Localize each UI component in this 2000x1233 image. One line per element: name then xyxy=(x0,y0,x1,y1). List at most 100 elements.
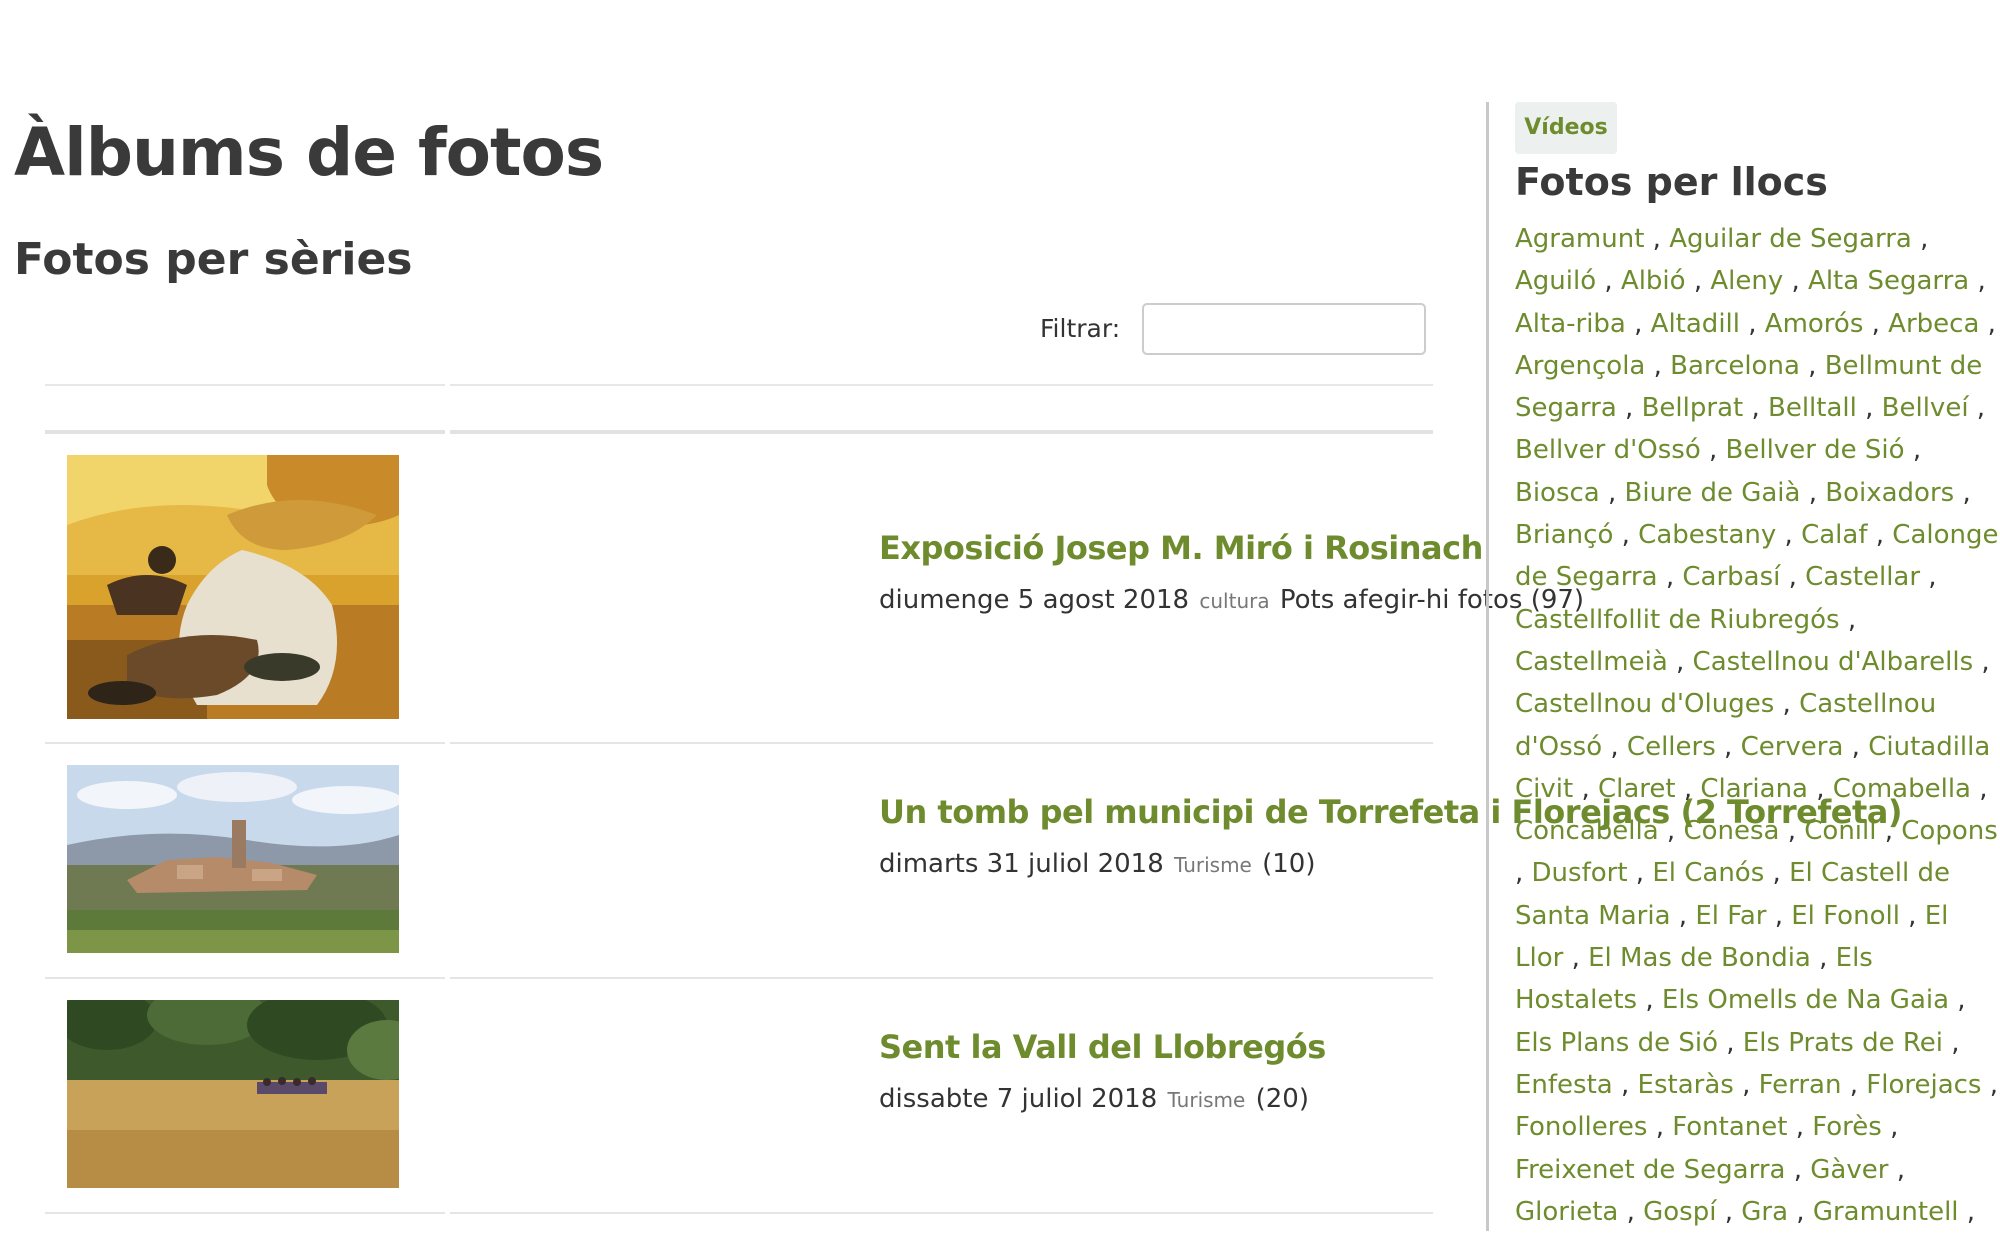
place-link-copons[interactable]: Copons xyxy=(1901,816,1998,846)
place-link-bellmunt-de-segarra[interactable]: Bellmunt de xyxy=(1825,351,1983,381)
videos-tab[interactable]: Vídeos xyxy=(1515,102,1617,154)
place-link-el-castell-de-santa-maria[interactable]: El Castell de xyxy=(1789,858,1950,888)
separator: , xyxy=(1627,858,1653,889)
place-link-castellnou-d-oluges[interactable]: Castellnou d'Oluges xyxy=(1515,689,1774,719)
place-link-els-plans-de-sio[interactable]: Els Plans de Sió xyxy=(1515,1028,1718,1058)
album-category[interactable]: Turisme xyxy=(1168,1088,1246,1112)
album-thumbnail[interactable] xyxy=(67,765,399,953)
place-link-conesa[interactable]: Conesa xyxy=(1683,816,1779,846)
place-link-cabestany[interactable]: Cabestany xyxy=(1638,520,1776,550)
place-line: Alta-riba , Altadill , Amorós , Arbeca , xyxy=(1515,303,1996,345)
album-thumbnail[interactable] xyxy=(67,455,399,719)
place-link-castellmeia[interactable]: Castellmeià xyxy=(1515,647,1668,677)
place-link-els-prats-de-rei[interactable]: Els Prats de Rei xyxy=(1743,1028,1943,1058)
place-link-fontanet[interactable]: Fontanet xyxy=(1672,1112,1787,1142)
place-link-calonge-de-segarra[interactable]: de Segarra xyxy=(1515,562,1658,592)
place-link-castellnou-d-albarells[interactable]: Castellnou d'Albarells xyxy=(1693,647,1974,677)
album-entry: Un tomb pel municipi de Torrefeta i Flor… xyxy=(879,790,1902,883)
albums-table: Exposició Josep M. Miró i Rosinach diume… xyxy=(45,384,1902,1214)
album-category[interactable]: Turisme xyxy=(1174,853,1252,877)
place-link-conill[interactable]: Conill xyxy=(1804,816,1876,846)
place-link-el-canos[interactable]: El Canós xyxy=(1652,858,1764,888)
place-link-el-far[interactable]: El Far xyxy=(1695,901,1766,931)
separator: , xyxy=(1881,1112,1899,1143)
place-link-albio[interactable]: Albió xyxy=(1621,266,1686,296)
place-link-dusfort[interactable]: Dusfort xyxy=(1532,858,1628,888)
place-link-bellver-de-sio[interactable]: Bellver de Sió xyxy=(1726,435,1905,465)
place-link-glorieta[interactable]: Glorieta xyxy=(1515,1197,1618,1227)
table-row: Sent la Vall del Llobregós dissabte 7 ju… xyxy=(45,979,1433,1214)
place-link-ferran[interactable]: Ferran xyxy=(1759,1070,1842,1100)
place-link-ciutadilla[interactable]: Ciutadilla xyxy=(1868,732,1990,762)
place-link-belltall[interactable]: Belltall xyxy=(1768,393,1857,423)
place-link-aleny[interactable]: Aleny xyxy=(1710,266,1783,296)
place-link-castellnou-d-osso[interactable]: d'Ossó xyxy=(1515,732,1602,762)
place-link-enfesta[interactable]: Enfesta xyxy=(1515,1070,1613,1100)
place-link-gra[interactable]: Gra xyxy=(1741,1197,1788,1227)
place-link-bellprat[interactable]: Bellprat xyxy=(1642,393,1744,423)
place-link-florejacs[interactable]: Florejacs xyxy=(1866,1070,1981,1100)
place-link-gramuntell[interactable]: Gramuntell xyxy=(1813,1197,1959,1227)
place-link-freixenet-de-segarra[interactable]: Freixenet de Segarra xyxy=(1515,1155,1785,1185)
album-thumbnail[interactable] xyxy=(67,1000,399,1188)
album-count: (10) xyxy=(1262,849,1316,879)
place-link-aguilar-de-segarra[interactable]: Aguilar de Segarra xyxy=(1669,224,1912,254)
place-link-civit[interactable]: Civit xyxy=(1515,774,1573,804)
place-link-castellfollit-de-riubregos[interactable]: Castellfollit de Riubregós xyxy=(1515,605,1840,635)
sidebar: Vídeos Fotos per llocs Agramunt , Aguila… xyxy=(1486,102,2000,1231)
place-link-bellmunt-de-segarra[interactable]: Segarra xyxy=(1515,393,1617,423)
separator: , xyxy=(1968,393,1986,424)
place-link-bellver-d-osso[interactable]: Bellver d'Ossó xyxy=(1515,435,1701,465)
place-link-el-llor[interactable]: Llor xyxy=(1515,943,1563,973)
place-link-altadill[interactable]: Altadill xyxy=(1651,309,1740,339)
place-link-boixadors[interactable]: Boixadors xyxy=(1825,478,1954,508)
place-link-els-omells-de-na-gaia[interactable]: Els Omells de Na Gaia xyxy=(1662,985,1949,1015)
place-link-aguilo[interactable]: Aguiló xyxy=(1515,266,1596,296)
place-link-castellnou-d-osso[interactable]: Castellnou xyxy=(1799,689,1936,719)
place-link-arbeca[interactable]: Arbeca xyxy=(1888,309,1979,339)
place-link-carbasi[interactable]: Carbasí xyxy=(1682,562,1780,592)
place-link-fores[interactable]: Forès xyxy=(1812,1112,1882,1142)
place-link-cellers[interactable]: Cellers xyxy=(1627,732,1716,762)
separator: , xyxy=(1954,477,1971,508)
filter-input[interactable] xyxy=(1142,303,1426,355)
place-link-alta-segarra[interactable]: Alta Segarra xyxy=(1808,266,1969,296)
place-link-estaras[interactable]: Estaràs xyxy=(1638,1070,1734,1100)
album-title-link[interactable]: Un tomb pel municipi de Torrefeta i Flor… xyxy=(879,790,1902,834)
place-link-biure-de-gaia[interactable]: Biure de Gaià xyxy=(1625,478,1801,508)
place-link-biosca[interactable]: Biosca xyxy=(1515,478,1600,508)
place-link-brianco[interactable]: Briançó xyxy=(1515,520,1613,550)
separator: , xyxy=(1612,1069,1638,1100)
place-link-amoros[interactable]: Amorós xyxy=(1765,309,1864,339)
place-link-calaf[interactable]: Calaf xyxy=(1801,520,1867,550)
album-category[interactable]: cultura xyxy=(1199,589,1269,613)
place-link-claret[interactable]: Claret xyxy=(1598,774,1676,804)
place-link-castellar[interactable]: Castellar xyxy=(1805,562,1920,592)
place-link-bellvei[interactable]: Bellveí xyxy=(1882,393,1969,423)
place-link-comabella[interactable]: Comabella xyxy=(1833,774,1971,804)
place-link-calonge-de-segarra[interactable]: Calonge xyxy=(1892,520,1998,550)
album-title-link[interactable]: Sent la Vall del Llobregós xyxy=(879,1025,1423,1069)
place-link-el-fonoll[interactable]: El Fonoll xyxy=(1791,901,1900,931)
place-link-cervera[interactable]: Cervera xyxy=(1741,732,1844,762)
place-link-agramunt[interactable]: Agramunt xyxy=(1515,224,1644,254)
place-link-argencola[interactable]: Argençola xyxy=(1515,351,1645,381)
place-link-gospi[interactable]: Gospí xyxy=(1643,1197,1716,1227)
album-title-link[interactable]: Exposició Josep M. Miró i Rosinach xyxy=(879,526,1483,570)
place-link-concabella[interactable]: Concabella xyxy=(1515,816,1659,846)
place-link-els-hostalets[interactable]: Els xyxy=(1836,943,1873,973)
album-date: dissabte 7 juliol 2018 xyxy=(879,1084,1158,1114)
place-link-el-mas-de-bondia[interactable]: El Mas de Bondia xyxy=(1588,943,1811,973)
details-cell: Un tomb pel municipi de Torrefeta i Flor… xyxy=(450,744,1902,979)
place-line: Concabella , Conesa , Conill , Copons xyxy=(1515,810,1998,852)
place-link-els-hostalets[interactable]: Hostalets xyxy=(1515,985,1637,1015)
place-link-fonolleres[interactable]: Fonolleres xyxy=(1515,1112,1647,1142)
place-link-el-castell-de-santa-maria[interactable]: Santa Maria xyxy=(1515,901,1671,931)
place-link-alta-riba[interactable]: Alta-riba xyxy=(1515,309,1626,339)
place-link-clariana[interactable]: Clariana xyxy=(1700,774,1808,804)
place-link-gaver[interactable]: Gàver xyxy=(1810,1155,1888,1185)
separator: , xyxy=(1647,1112,1673,1143)
place-link-el-llor[interactable]: El xyxy=(1925,901,1949,931)
place-link-barcelona[interactable]: Barcelona xyxy=(1670,351,1800,381)
separator: , xyxy=(1863,308,1889,339)
